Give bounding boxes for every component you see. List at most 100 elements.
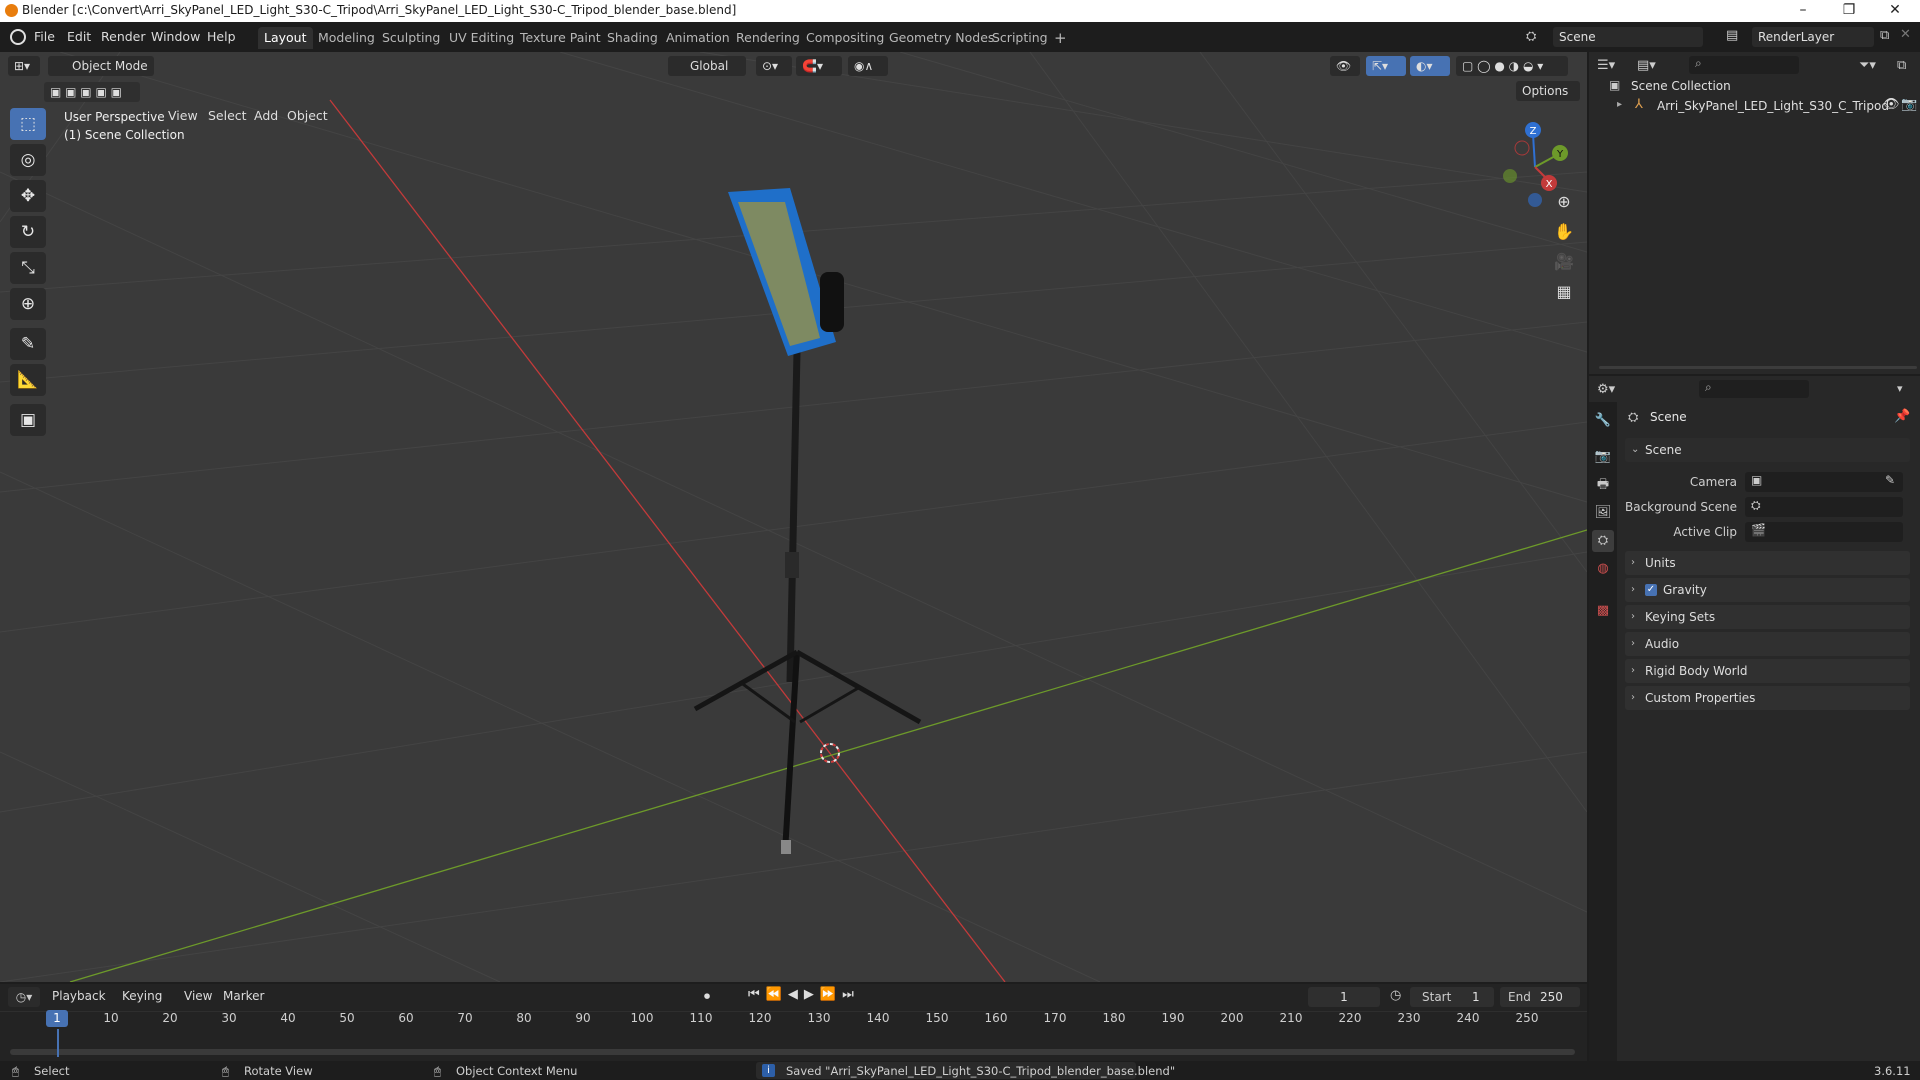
scene-icon[interactable]: ⛭ <box>1526 29 1542 45</box>
shading-mode-icons[interactable]: ▢ ◯ ● ◑ ◒ ▾ <box>1456 56 1568 76</box>
proportional-edit-icon[interactable]: ◉∧ <box>848 56 888 76</box>
snap-icon[interactable]: 🧲▾ <box>796 56 842 76</box>
tab-compositing[interactable]: Compositing <box>800 27 890 49</box>
camera-field[interactable]: ▣ ✎ <box>1745 472 1903 492</box>
properties-editor-icon[interactable]: ⚙▾ <box>1597 382 1615 397</box>
select-box-tool[interactable]: ⬚ <box>10 108 46 140</box>
panel-keying-sets[interactable]: › Keying Sets <box>1625 605 1910 629</box>
timeline-view-menu[interactable]: View <box>184 989 212 1003</box>
new-view-layer-icon[interactable]: ⧉ <box>1880 28 1889 43</box>
playhead-frame-label[interactable]: 1 <box>46 1010 68 1027</box>
outliner-search-input[interactable] <box>1689 56 1799 74</box>
pan-hand-icon[interactable]: ✋ <box>1550 218 1578 246</box>
render-camera-icon[interactable]: 📷 <box>1901 97 1917 112</box>
world-tab-icon[interactable]: ◍ <box>1592 558 1614 580</box>
tab-geometry-nodes[interactable]: Geometry Nodes <box>883 27 1000 49</box>
visibility-icon[interactable]: 👁 <box>1330 56 1360 76</box>
tool-tab-icon[interactable]: 🔧 <box>1592 410 1614 432</box>
tab-shading[interactable]: Shading <box>601 27 664 49</box>
current-frame-field[interactable]: 1 <box>1308 987 1380 1007</box>
texture-tab-icon[interactable]: ▩ <box>1592 600 1614 622</box>
scene-collection-label[interactable]: Scene Collection <box>1631 79 1731 93</box>
view-layer-selector[interactable]: RenderLayer <box>1752 27 1874 47</box>
keying-menu[interactable]: Keying <box>122 989 162 1003</box>
overlay-toggle-icon[interactable]: ◐▾ <box>1410 56 1450 76</box>
mode-selector[interactable]: Object Mode <box>48 56 154 76</box>
use-preview-range-icon[interactable]: ◷ <box>1390 988 1401 1003</box>
tab-modeling[interactable]: Modeling <box>312 27 381 49</box>
close-button[interactable]: ✕ <box>1872 0 1918 22</box>
cursor-tool[interactable]: ◎ <box>10 144 46 176</box>
auto-keying-icon[interactable]: ⏺ <box>704 989 710 1004</box>
tab-rendering[interactable]: Rendering <box>730 27 806 49</box>
menu-render[interactable]: Render <box>101 29 146 44</box>
pivot-point-icon[interactable]: ⊙▾ <box>756 56 792 76</box>
rotate-tool[interactable]: ↻ <box>10 216 46 248</box>
tripod-model[interactable] <box>693 188 922 854</box>
menu-window[interactable]: Window <box>151 29 200 44</box>
marker-menu[interactable]: Marker <box>223 989 264 1003</box>
display-mode-icon[interactable]: ▤▾ <box>1637 58 1656 73</box>
outliner-scrollbar[interactable] <box>1599 366 1917 369</box>
gravity-checkbox[interactable]: ✓ <box>1645 584 1657 596</box>
timeline-editor-icon[interactable]: ◷▾ <box>8 987 40 1007</box>
selection-mode-icons[interactable]: ▣ ▣ ▣ ▣ ▣ <box>44 82 140 102</box>
scene-tab-icon[interactable]: ⛭ <box>1592 530 1614 552</box>
minimize-button[interactable]: – <box>1780 0 1826 22</box>
panel-scene-header[interactable]: ⌄ Scene <box>1625 438 1910 462</box>
expand-arrow-icon[interactable]: ▸ <box>1617 99 1622 110</box>
properties-search-input[interactable] <box>1699 380 1809 398</box>
tab-uv-editing[interactable]: UV Editing <box>443 27 520 49</box>
pin-icon[interactable]: 📌 <box>1894 409 1910 424</box>
render-tab-icon[interactable]: 📷 <box>1592 446 1614 468</box>
select-menu[interactable]: Select <box>208 108 247 123</box>
move-tool[interactable]: ✥ <box>10 180 46 212</box>
transform-orientation-dropdown[interactable]: Global <box>668 56 746 76</box>
measure-tool[interactable]: 📐 <box>10 364 46 396</box>
background-scene-field[interactable]: ⛭ <box>1745 497 1903 517</box>
object-menu[interactable]: Object <box>287 108 328 123</box>
editor-type-icon[interactable]: ⊞▾ <box>8 56 40 76</box>
gizmo-toggle-icon[interactable]: ⇱▾ <box>1366 56 1406 76</box>
output-tab-icon[interactable]: 🖶 <box>1592 474 1614 496</box>
panel-rigid-body-world[interactable]: › Rigid Body World <box>1625 659 1910 683</box>
options-dropdown[interactable]: Options <box>1516 81 1580 101</box>
tab-layout[interactable]: Layout <box>258 27 313 49</box>
3d-viewport[interactable]: User Perspective (1) Scene Collection ⬚ … <box>0 52 1587 982</box>
panel-audio[interactable]: › Audio <box>1625 632 1910 656</box>
view-menu[interactable]: View <box>168 108 198 123</box>
tab-sculpting[interactable]: Sculpting <box>376 27 446 49</box>
perspective-grid-icon[interactable]: ▦ <box>1550 278 1578 306</box>
outliner-item-tripod[interactable]: ▸ ⅄ Arri_SkyPanel_LED_Light_S30_C_Tripod… <box>1599 96 1917 116</box>
menu-edit[interactable]: Edit <box>67 29 91 44</box>
view-layer-tab-icon[interactable]: 🖼 <box>1592 502 1614 524</box>
scale-tool[interactable]: ⤡ <box>10 252 46 284</box>
playback-menu[interactable]: Playback <box>52 989 106 1003</box>
active-clip-field[interactable]: 🎬 <box>1745 522 1903 542</box>
panel-custom-properties[interactable]: › Custom Properties <box>1625 686 1910 710</box>
tab-animation[interactable]: Animation <box>660 27 736 49</box>
properties-options-icon[interactable]: ▾ <box>1897 382 1903 395</box>
transform-tool[interactable]: ⊕ <box>10 288 46 320</box>
view-layer-icon[interactable]: ▤ <box>1726 28 1738 43</box>
add-cube-tool[interactable]: ▣ <box>10 404 46 436</box>
eyedropper-icon[interactable]: ✎ <box>1885 473 1895 487</box>
menu-help[interactable]: Help <box>207 29 236 44</box>
eye-icon[interactable]: 👁 <box>1883 97 1900 112</box>
maximize-button[interactable]: ❐ <box>1826 0 1872 22</box>
panel-units[interactable]: › Units <box>1625 551 1910 575</box>
new-collection-icon[interactable]: ⧉ <box>1897 58 1906 73</box>
playback-controls[interactable]: ⏮⏪◀▶⏩⏭ <box>748 987 860 1002</box>
annotate-tool[interactable]: ✎ <box>10 328 46 360</box>
blender-menu-icon[interactable] <box>10 29 26 45</box>
tab-scripting[interactable]: Scripting <box>986 27 1054 49</box>
scene-selector[interactable]: Scene <box>1553 27 1703 47</box>
menu-file[interactable]: File <box>34 29 55 44</box>
panel-gravity[interactable]: › ✓ Gravity <box>1625 578 1910 602</box>
add-workspace-button[interactable]: + <box>1048 27 1073 49</box>
add-menu[interactable]: Add <box>254 108 278 123</box>
filter-icon[interactable]: ⏷▾ <box>1859 58 1876 73</box>
zoom-icon[interactable]: ⊕ <box>1550 188 1578 216</box>
playhead-line[interactable] <box>57 1029 59 1057</box>
remove-view-layer-icon[interactable]: ✕ <box>1900 27 1911 42</box>
